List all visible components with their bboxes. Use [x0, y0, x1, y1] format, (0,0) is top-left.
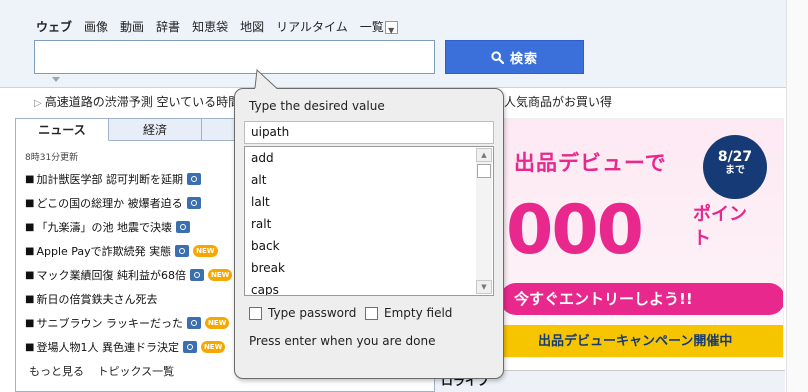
search-tab-videos[interactable]: 動画: [120, 18, 144, 36]
empty-field-checkbox[interactable]: [365, 306, 378, 320]
search-tab-dictionary[interactable]: 辞書: [156, 18, 180, 36]
news-item[interactable]: ■ 登場人物1人 異色連ドラ決定 NEW: [25, 335, 255, 359]
list-item[interactable]: break: [245, 257, 493, 279]
tab-economy[interactable]: 経済: [109, 119, 202, 141]
dialog-title: Type the desired value: [249, 99, 385, 113]
search-tab-realtime[interactable]: リアルタイム: [276, 18, 348, 36]
ad-campaign-text: 出品デビューキャンペーン開催中: [500, 325, 783, 357]
ad-banner[interactable]: 出品デビューで 8/27 まで 000 ポイント 今すぐエントリーしよう!! 出…: [499, 118, 784, 358]
chevron-right-icon: ▷: [34, 98, 42, 109]
ad-deadline-badge: 8/27 まで: [703, 135, 767, 199]
chevron-down-icon[interactable]: ▼: [384, 21, 398, 35]
promo-link[interactable]: 人気商品がお買い得: [504, 94, 612, 110]
ad-points-label: ポイント: [693, 204, 747, 249]
ad-headline: 出品デビューで: [514, 151, 667, 175]
camera-icon: [175, 221, 190, 233]
scroll-down-icon[interactable]: ▼: [476, 280, 492, 294]
new-badge: NEW: [200, 341, 226, 353]
ad-deadline-suffix: まで: [725, 165, 745, 176]
news-item[interactable]: ■ 新日の倍賞鉄夫さん死去: [25, 287, 255, 311]
search-tab-list-label: 一覧: [359, 20, 384, 34]
search-button-label: 検索: [509, 51, 538, 67]
bullet-icon: ■: [25, 245, 35, 257]
search-tabs: ウェブ 画像 動画 辞書 知恵袋 地図 リアルタイム 一覧 ▼: [36, 18, 422, 36]
camera-icon: [186, 173, 201, 185]
bullet-icon: ■: [25, 269, 35, 281]
empty-field-label: Empty field: [384, 306, 453, 320]
news-item-text: サニブラウン ラッキーだった: [36, 317, 183, 330]
dialog-pointer: [254, 68, 278, 89]
bullet-icon: ■: [25, 173, 35, 185]
camera-icon: [186, 317, 201, 329]
dialog-instructions: Press enter when you are done: [249, 334, 436, 348]
search-tab-chiebukuro[interactable]: 知恵袋: [192, 18, 228, 36]
bullet-icon: ■: [25, 341, 35, 353]
news-item-text: どこの国の総理か 被爆者迫る: [36, 197, 183, 210]
news-item[interactable]: ■ サニブラウン ラッキーだった NEW: [25, 311, 255, 335]
search-tab-web[interactable]: ウェブ: [36, 18, 72, 36]
news-item-text: マック業績回復 純利益が68倍: [36, 269, 186, 282]
search-input[interactable]: [34, 40, 435, 74]
ad-entry-button[interactable]: 今すぐエントリーしよう!!: [500, 283, 783, 315]
news-footer: もっと見る トピックス一覧: [29, 363, 184, 379]
search-icon: [491, 50, 504, 64]
new-badge: NEW: [204, 317, 230, 329]
list-item[interactable]: alt: [245, 169, 493, 191]
camera-icon: [175, 245, 190, 257]
news-item[interactable]: ■ どこの国の総理か 被爆者迫る: [25, 191, 255, 215]
bullet-icon: ■: [25, 293, 35, 305]
news-item[interactable]: ■ 加計獣医学部 認可判断を延期: [25, 167, 255, 191]
news-item-text: 加計獣医学部 認可判断を延期: [36, 173, 183, 186]
list-item[interactable]: back: [245, 235, 493, 257]
news-list: ■ 加計獣医学部 認可判断を延期 ■ どこの国の総理か 被爆者迫る ■ 「九楽濤」の池…: [25, 167, 255, 359]
bullet-icon: ■: [25, 221, 35, 233]
type-password-label: Type password: [268, 306, 357, 320]
list-item[interactable]: lalt: [245, 191, 493, 213]
search-tab-list[interactable]: 一覧 ▼: [360, 18, 410, 36]
list-item[interactable]: caps: [245, 279, 493, 295]
type-password-option[interactable]: Type password: [249, 306, 356, 320]
news-item[interactable]: ■ Apple Payで詐欺続発 実態 NEW: [25, 239, 255, 263]
news-item-text: 新日の倍賞鉄夫さん死去: [36, 293, 158, 306]
key-options-list[interactable]: add alt lalt ralt back break caps ▲ ▼: [244, 146, 494, 296]
camera-icon: [189, 269, 204, 281]
list-item[interactable]: add: [245, 147, 493, 169]
tab-news[interactable]: ニュース: [16, 119, 109, 141]
topics-list-link[interactable]: トピックス一覧: [98, 365, 175, 378]
list-scrollbar[interactable]: ▲ ▼: [476, 148, 492, 294]
scroll-thumb[interactable]: [477, 164, 491, 178]
news-item-text: 「九楽濤」の池 地震で決壊: [36, 221, 172, 234]
input-dialog: Type the desired value uipath add alt la…: [234, 88, 504, 379]
search-button[interactable]: 検索: [445, 40, 584, 74]
new-badge: NEW: [207, 269, 233, 281]
scroll-up-icon[interactable]: ▲: [476, 148, 492, 162]
camera-icon: [186, 197, 201, 209]
news-item[interactable]: ■ マック業績回復 純利益が68倍 NEW: [25, 263, 255, 287]
ad-points-number: 000: [506, 191, 644, 270]
type-password-checkbox[interactable]: [249, 306, 262, 320]
desktop-screen: ウェブ 画像 動画 辞書 知恵袋 地図 リアルタイム 一覧 ▼ 検索 ▷ 高速道路の…: [0, 0, 808, 392]
ticker-text: 高速道路の渋滞予測 空いている時間: [44, 95, 241, 109]
search-tab-images[interactable]: 画像: [84, 18, 108, 36]
news-item[interactable]: ■ 「九楽濤」の池 地震で決壊: [25, 215, 255, 239]
more-news-link[interactable]: もっと見る: [29, 365, 84, 378]
search-tab-maps[interactable]: 地図: [240, 18, 264, 36]
ticker[interactable]: ▷ 高速道路の渋滞予測 空いている時間: [34, 94, 240, 112]
value-input[interactable]: uipath: [244, 121, 494, 144]
bullet-icon: ■: [25, 317, 35, 329]
new-badge: NEW: [193, 245, 218, 257]
news-item-text: Apple Payで詐欺続発 実態: [36, 245, 172, 258]
search-header: ウェブ 画像 動画 辞書 知恵袋 地図 リアルタイム 一覧 ▼ 検索: [0, 0, 786, 88]
window-edge: [786, 0, 808, 392]
ad-deadline-date: 8/27: [717, 149, 753, 165]
search-options-arrow-icon[interactable]: [52, 77, 60, 82]
list-item[interactable]: ralt: [245, 213, 493, 235]
news-updated-time: 8時31分更新: [25, 153, 79, 163]
bullet-icon: ■: [25, 197, 35, 209]
camera-icon: [182, 341, 197, 353]
news-item-text: 登場人物1人 異色連ドラ決定: [36, 341, 179, 354]
empty-field-option[interactable]: Empty field: [365, 306, 452, 320]
